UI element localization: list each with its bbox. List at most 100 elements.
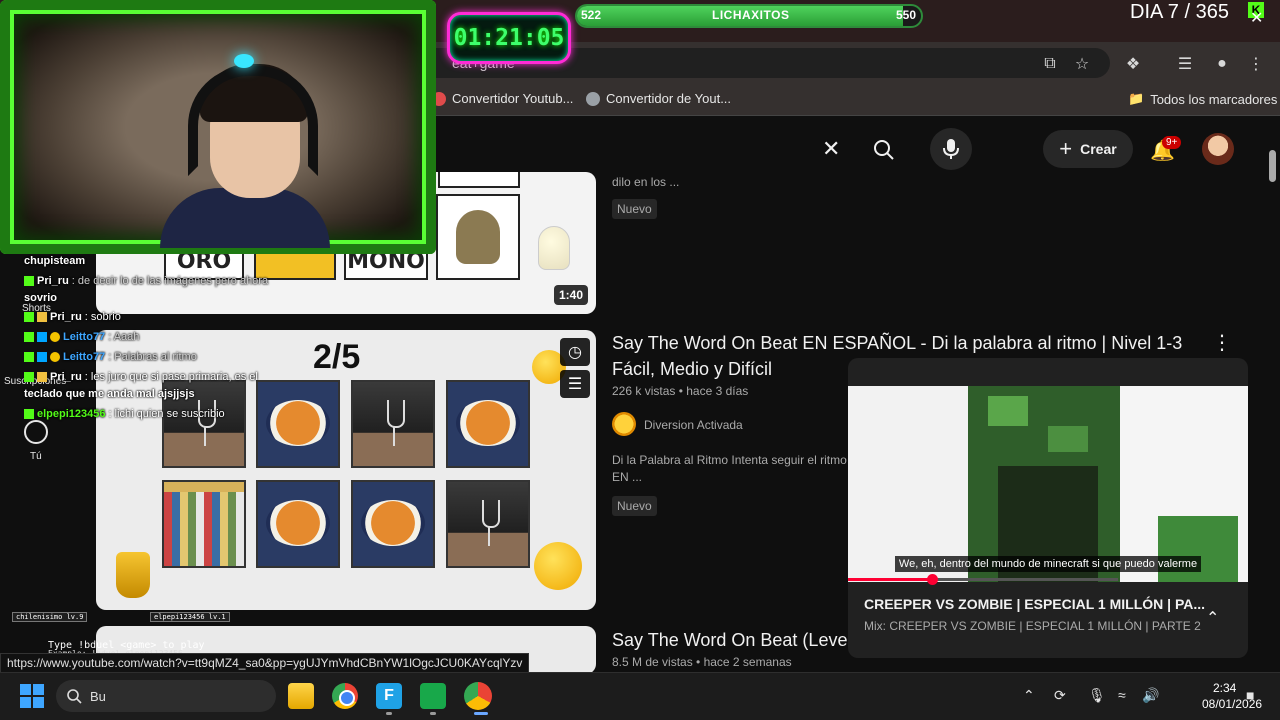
zombie-block [1158,516,1238,582]
wifi-icon[interactable]: ≈ [1118,687,1126,703]
sync-icon[interactable]: ⟳ [1054,687,1066,704]
soup-card [446,380,530,468]
clear-search-icon[interactable]: ✕ [822,136,840,162]
emoji-face-icon [534,542,582,590]
glass-card [446,480,530,568]
headset [188,66,318,176]
search-button[interactable] [864,130,904,170]
sub-badge-icon [37,312,47,322]
headset-light [234,54,254,68]
sub-badge-icon [37,372,47,382]
profile-icon[interactable]: ● [1210,52,1234,76]
scrollbar-thumb[interactable] [1269,150,1276,182]
chevron-up-icon[interactable]: ⌃ [1023,687,1035,704]
soup-card [351,480,435,568]
windows-start-icon[interactable] [20,684,44,708]
video-2-stats: 226 k vistas • hace 3 días [612,384,749,398]
all-bookmarks[interactable]: 📁 Todos los marcadores [1128,91,1277,107]
day-counter: DIA 7 / 365 [1130,1,1229,23]
miniplayer-progress[interactable] [848,574,1118,585]
plus-icon: + [1059,136,1073,161]
star-icon[interactable]: ☆ [1070,52,1094,76]
bookmark-convertidor-1[interactable]: Convertidor Youtub... [432,91,573,106]
link-status-url: https://www.youtube.com/watch?v=tt9qMZ4_… [0,653,530,673]
add-to-queue-icon[interactable]: ☰ [560,370,590,398]
sidebar-item-you[interactable]: Tú [30,451,42,462]
install-icon[interactable]: ⧉ [1038,52,1062,76]
channel-name[interactable]: Diversion Activada [644,418,743,432]
video-duration: 1:40 [554,285,589,305]
kick-badge-icon [24,332,34,342]
video-1-description: dilo en los ... [612,175,680,189]
caption-text: We, eh, dentro del mundo de minecraft si… [894,556,1202,572]
more-actions-icon[interactable]: ⋮ [1212,330,1232,355]
chat-message: Pri_ru : les juro que si pase primaria, … [24,371,258,383]
chrome-icon[interactable] [332,683,358,709]
bookmark-convertidor-2[interactable]: Convertidor de Yout... [586,91,731,106]
chat-user: elpepi123456 [37,408,106,420]
create-button[interactable]: + Crear [1043,130,1133,168]
miniplayer[interactable]: We, eh, dentro del mundo de minecraft si… [848,358,1248,658]
notification-center-icon[interactable]: ■ [1246,687,1254,703]
chat-text: : de decir lo de las imágenes pero ahora [71,275,269,287]
voice-search-button[interactable] [930,128,972,170]
monkey-image [456,210,500,264]
chat-user: chupisteam [24,255,86,267]
chrome-active-icon[interactable] [464,682,492,710]
file-explorer-icon[interactable] [288,683,314,709]
taskbar-search[interactable]: Bu [56,680,276,712]
new-badge: Nuevo [612,199,657,219]
running-indicator [430,712,436,715]
miniplayer-subtitle: Mix: CREEPER VS ZOMBIE | ESPECIAL 1 MILL… [864,619,1201,633]
chat-user: Pri_ru [50,311,82,323]
scrollbar[interactable] [1266,138,1278,668]
taskbar-search-text[interactable]: Bu [90,689,106,704]
miniplayer-title[interactable]: CREEPER VS ZOMBIE | ESPECIAL 1 MILLÓN | … [864,596,1205,612]
miniplayer-scrubber[interactable] [926,574,938,585]
kick-badge-icon [24,409,34,419]
microphone-icon[interactable]: 🎙 [1088,687,1106,704]
player-name-tag: elpepi123456 lv.1 [150,612,230,622]
card-edge [438,172,520,188]
lightbulb-icon [538,226,570,270]
microphone-icon [943,139,959,159]
watch-later-icon[interactable]: ◷ [560,338,590,366]
chevron-up-icon[interactable]: ⌃ [1206,608,1219,628]
chat-message: Leitto77 : Palabras al ritmo [24,351,197,363]
stream-timer: 01:21:05 [447,12,571,64]
miniplayer-caption: We, eh, dentro del mundo de minecraft si… [848,556,1248,572]
soup-card [256,380,340,468]
video-2-title-line1[interactable]: Say The Word On Beat EN ESPAÑOL - Di la … [612,330,1182,356]
mod-badge-icon [37,352,47,362]
chat-user: Leitto77 [63,351,106,363]
extensions-icon[interactable]: ❖ [1121,52,1145,76]
volume-icon[interactable]: 🔊 [1142,687,1159,704]
close-icon[interactable]: ✕ [1250,8,1263,28]
chat-user: Pri_ru [37,275,69,287]
chat-user: Pri_ru [50,371,82,383]
goal-target: 550 [896,8,917,22]
menu-icon[interactable]: ⋮ [1244,52,1268,76]
notifications-badge: 9+ [1162,136,1182,149]
channel-avatar[interactable] [612,412,636,436]
user-icon[interactable] [24,420,48,444]
kick-badge-icon [24,312,34,322]
warning-badge-icon [50,352,60,362]
video-3-title[interactable]: Say The Word On Beat (Level: [612,627,856,653]
account-avatar[interactable] [1202,133,1234,165]
video-2-title-line2[interactable]: Fácil, Medio y Difícil [612,356,772,382]
green-app-icon[interactable] [420,683,446,709]
new-badge: Nuevo [612,496,657,516]
monkey-card [436,194,520,280]
chat-text: : les juro que si pase primaria, es el [84,371,258,383]
miniplayer-video[interactable] [848,386,1248,582]
video-3-stats: 8.5 M de vistas • hace 2 semanas [612,655,792,669]
playlist-icon[interactable]: ☰ [1173,52,1197,76]
chat-text: : Aaah [108,331,140,343]
chat-message: sovrio [24,292,57,304]
chat-message: Leitto77 : Aaah [24,331,139,343]
kick-badge-icon [24,352,34,362]
clock-time[interactable]: 2:34 [1213,681,1236,695]
app-f-icon[interactable]: F [376,683,402,709]
search-icon [874,140,894,160]
